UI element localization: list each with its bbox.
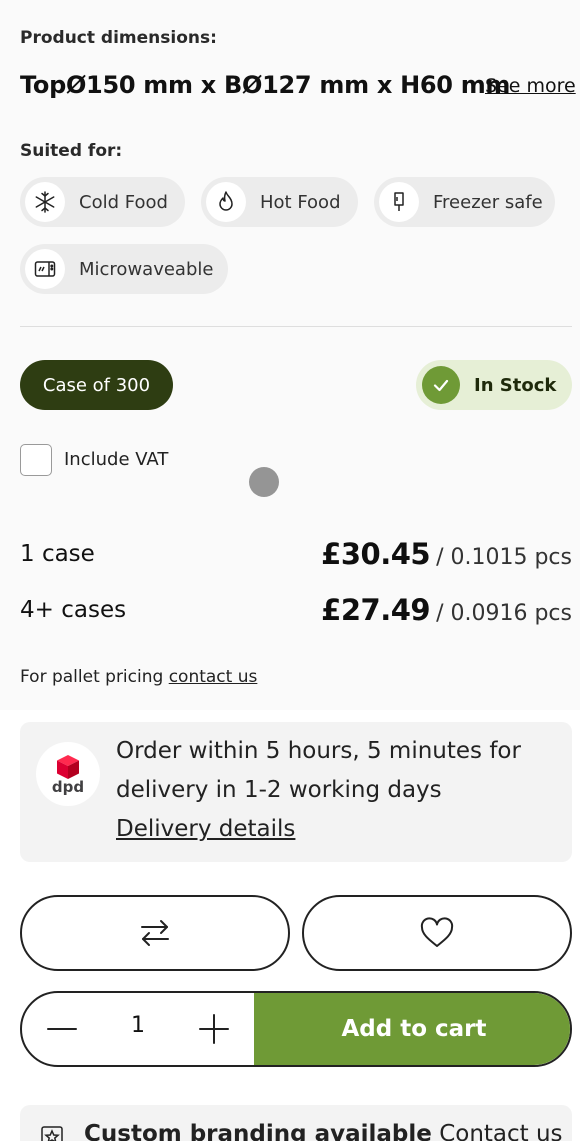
see-more-link[interactable]: See more [485, 75, 576, 97]
dpd-cube-icon [57, 754, 79, 779]
chip-label: Cold Food [79, 191, 168, 213]
custom-branding-text: Custom branding available Contact us [84, 1121, 563, 1141]
minus-icon [47, 1028, 77, 1030]
price-row: 1 case £30.45 / 0.1015 pcs [20, 534, 572, 574]
heart-icon [420, 917, 454, 947]
include-vat-label[interactable]: Include VAT [64, 449, 168, 470]
price-value-group: £30.45 / 0.1015 pcs [321, 537, 572, 571]
chip-microwaveable: Microwaveable [20, 244, 228, 294]
price-per-unit: / 0.1015 pcs [436, 545, 572, 570]
price-row: 4+ cases £27.49 / 0.0916 pcs [20, 590, 572, 630]
pallet-pricing-text: For pallet pricing [20, 667, 164, 687]
delivery-cutoff-text: Order within 5 hours, 5 minutes for [116, 738, 521, 764]
custom-branding-title: Custom branding available [84, 1121, 432, 1141]
chip-label: Microwaveable [79, 258, 214, 280]
chip-label: Freezer safe [433, 191, 543, 213]
dimensions-label: Product dimensions: [20, 28, 217, 48]
snowflake-icon [25, 182, 65, 222]
price-value-group: £27.49 / 0.0916 pcs [321, 593, 572, 627]
price-amount: £30.45 [321, 537, 431, 571]
delivery-info-panel: dpd Order within 5 hours, 5 minutes for … [20, 722, 572, 862]
price-amount: £27.49 [321, 593, 431, 627]
microwave-icon [25, 249, 65, 289]
swap-arrows-icon [141, 920, 169, 946]
custom-branding-banner: Custom branding available Contact us [20, 1105, 572, 1141]
dimensions-value: TopØ150 mm x BØ127 mm x H60 mm [20, 71, 511, 99]
add-to-cart-bar: 1 Add to cart [20, 991, 572, 1067]
flame-icon [206, 182, 246, 222]
quantity-decrease-button[interactable] [44, 1011, 80, 1047]
suited-for-label: Suited for: [20, 141, 123, 161]
plus-icon [199, 1014, 229, 1044]
stock-status-badge: In Stock [416, 360, 572, 410]
popsicle-icon [379, 182, 419, 222]
touch-indicator [249, 467, 279, 497]
quantity-increase-button[interactable] [196, 1011, 232, 1047]
chip-freezer-safe: Freezer safe [374, 177, 555, 227]
pallet-pricing-note: For pallet pricing contact us [20, 667, 257, 687]
compare-button[interactable] [20, 895, 290, 971]
include-vat-checkbox[interactable] [20, 444, 52, 476]
add-to-cart-button[interactable]: Add to cart [254, 993, 570, 1065]
chip-label: Hot Food [260, 191, 341, 213]
dpd-logo-text: dpd [51, 777, 85, 796]
wishlist-button[interactable] [302, 895, 572, 971]
chip-hot-food: Hot Food [201, 177, 358, 227]
price-per-unit: / 0.0916 pcs [436, 601, 572, 626]
price-quantity: 4+ cases [20, 597, 127, 623]
stock-status-label: In Stock [474, 374, 557, 396]
price-quantity: 1 case [20, 541, 95, 567]
checkmark-icon [422, 366, 460, 404]
branding-contact-link[interactable]: Contact us [439, 1121, 562, 1141]
delivery-details-link[interactable]: Delivery details [116, 816, 295, 842]
star-badge-icon [41, 1126, 63, 1141]
quantity-input[interactable]: 1 [118, 1013, 158, 1038]
dpd-logo: dpd [36, 742, 100, 806]
chip-cold-food: Cold Food [20, 177, 185, 227]
contact-us-link[interactable]: contact us [169, 667, 258, 687]
case-size-option[interactable]: Case of 300 [20, 360, 173, 410]
section-divider [20, 326, 572, 327]
delivery-timeframe-text: delivery in 1-2 working days [116, 777, 442, 803]
